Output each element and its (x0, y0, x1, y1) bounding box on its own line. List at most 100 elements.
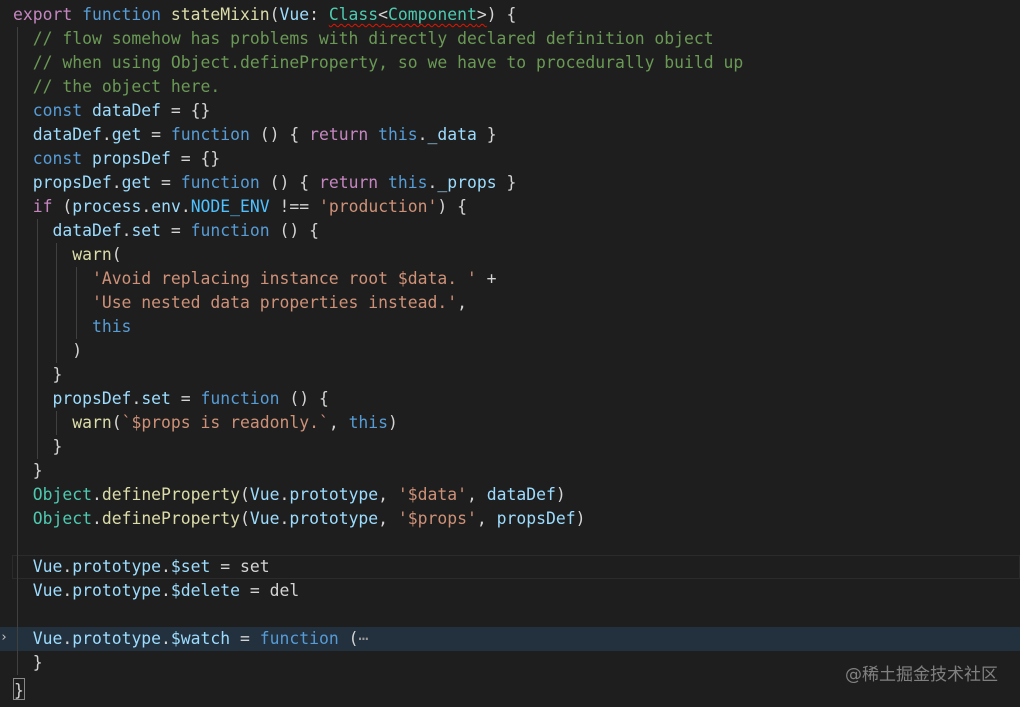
code-token: . (141, 197, 152, 216)
fold-chevron-icon[interactable]: › (0, 631, 8, 644)
code-token: if (32, 197, 53, 216)
indent-guide (36, 291, 38, 315)
code-token: Vue (249, 485, 280, 504)
code-token: . (131, 389, 142, 408)
code-token: prototype (289, 485, 379, 504)
code-token: . (417, 125, 428, 144)
code-token: env (151, 197, 181, 216)
indent-guide (17, 435, 18, 459)
code-token: this (348, 413, 389, 432)
code-token: $watch (170, 629, 231, 648)
code-token: defineProperty (101, 509, 240, 528)
code-token: function (190, 221, 270, 240)
code-line[interactable]: Vue.prototype.$set = set (0, 555, 1020, 579)
code-token: ( (240, 509, 250, 528)
code-line[interactable]: warn(`$props is readonly.`, this) (0, 411, 1020, 435)
indent-guide (76, 315, 78, 339)
indent-guide (17, 483, 18, 507)
code-token: '$props' (397, 509, 477, 528)
code-token: dataDef (486, 485, 556, 504)
code-token: , (467, 485, 487, 504)
indent-guide (56, 267, 58, 291)
code-line[interactable]: › Vue.prototype.$watch = function (⋯ (0, 627, 1020, 651)
fold-ellipsis[interactable]: ⋯ (358, 629, 368, 648)
code-line[interactable] (0, 531, 1020, 555)
code-line[interactable]: } (0, 363, 1020, 387)
code-token: _props (437, 173, 497, 192)
indent-guide (17, 459, 18, 483)
code-token: dataDef (32, 125, 102, 144)
code-token: ) { (486, 5, 517, 24)
code-line[interactable]: } (0, 435, 1020, 459)
code-line[interactable]: 'Avoid replacing instance root $data. ' … (0, 267, 1020, 291)
code-line[interactable]: // flow somehow has problems with direct… (0, 27, 1020, 51)
code-token: . (62, 629, 73, 648)
indent-guide (17, 291, 18, 315)
code-editor[interactable]: export function stateMixin(Vue: Class<Co… (0, 3, 1020, 700)
code-token: !== (269, 197, 319, 216)
code-token: . (427, 173, 438, 192)
code-line[interactable]: ) (0, 339, 1020, 363)
indent-guide (17, 51, 18, 75)
code-line[interactable]: // when using Object.defineProperty, so … (0, 51, 1020, 75)
code-line[interactable]: const dataDef = {} (0, 99, 1020, 123)
code-token: propsDef (496, 509, 576, 528)
code-line[interactable]: Object.defineProperty(Vue.prototype, '$d… (0, 483, 1020, 507)
code-line[interactable]: propsDef.get = function () { return this… (0, 171, 1020, 195)
indent-guide (17, 171, 18, 195)
code-line[interactable]: // the object here. (0, 75, 1020, 99)
code-token: ) (555, 485, 566, 504)
code-token: () { (279, 389, 329, 408)
indent-guide (36, 219, 38, 243)
code-token: 'Use nested data properties instead.' (91, 293, 458, 312)
indent-guide (17, 147, 18, 171)
code-line[interactable]: Vue.prototype.$delete = del (0, 579, 1020, 603)
code-token: dataDef (91, 101, 162, 120)
code-line[interactable]: dataDef.get = function () { return this.… (0, 123, 1020, 147)
code-token: () { (249, 125, 310, 144)
code-token: Class (328, 5, 379, 24)
code-token: this (388, 173, 428, 192)
code-token: function (170, 125, 250, 144)
code-line[interactable]: dataDef.set = function () { (0, 219, 1020, 243)
code-line[interactable]: Object.defineProperty(Vue.prototype, '$p… (0, 507, 1020, 531)
code-line[interactable]: this (0, 315, 1020, 339)
code-token: ( (52, 197, 73, 216)
code-token: ( (269, 5, 280, 24)
code-token: '$data' (397, 485, 467, 504)
code-token: } (52, 437, 63, 456)
code-token: . (91, 485, 102, 504)
code-line[interactable]: } (0, 459, 1020, 483)
code-token: Object (32, 509, 92, 528)
code-token: `$props is readonly.` (121, 413, 329, 432)
code-token: function (200, 389, 280, 408)
code-line[interactable]: const propsDef = {} (0, 147, 1020, 171)
indent-guide (36, 339, 38, 363)
code-line[interactable]: 'Use nested data properties instead.', (0, 291, 1020, 315)
code-token: = (230, 629, 260, 648)
code-line[interactable]: warn( (0, 243, 1020, 267)
code-token: function (259, 629, 339, 648)
code-token: } (476, 125, 497, 144)
indent-guide (17, 627, 18, 651)
code-token: warn (72, 413, 112, 432)
indent-guide (36, 387, 38, 411)
code-token: function (180, 173, 260, 192)
code-token: , (378, 485, 398, 504)
code-token: prototype (72, 557, 162, 576)
code-line[interactable] (0, 603, 1020, 627)
code-line[interactable]: if (process.env.NODE_ENV !== 'production… (0, 195, 1020, 219)
code-line[interactable]: export function stateMixin(Vue: Class<Co… (0, 3, 1020, 27)
code-token: , (457, 293, 467, 312)
code-line[interactable]: propsDef.set = function () { (0, 387, 1020, 411)
code-token: , (328, 413, 349, 432)
code-token: Vue (32, 581, 63, 600)
code-token: const (32, 149, 92, 168)
indent-guide (56, 291, 58, 315)
code-token: const (32, 101, 92, 120)
